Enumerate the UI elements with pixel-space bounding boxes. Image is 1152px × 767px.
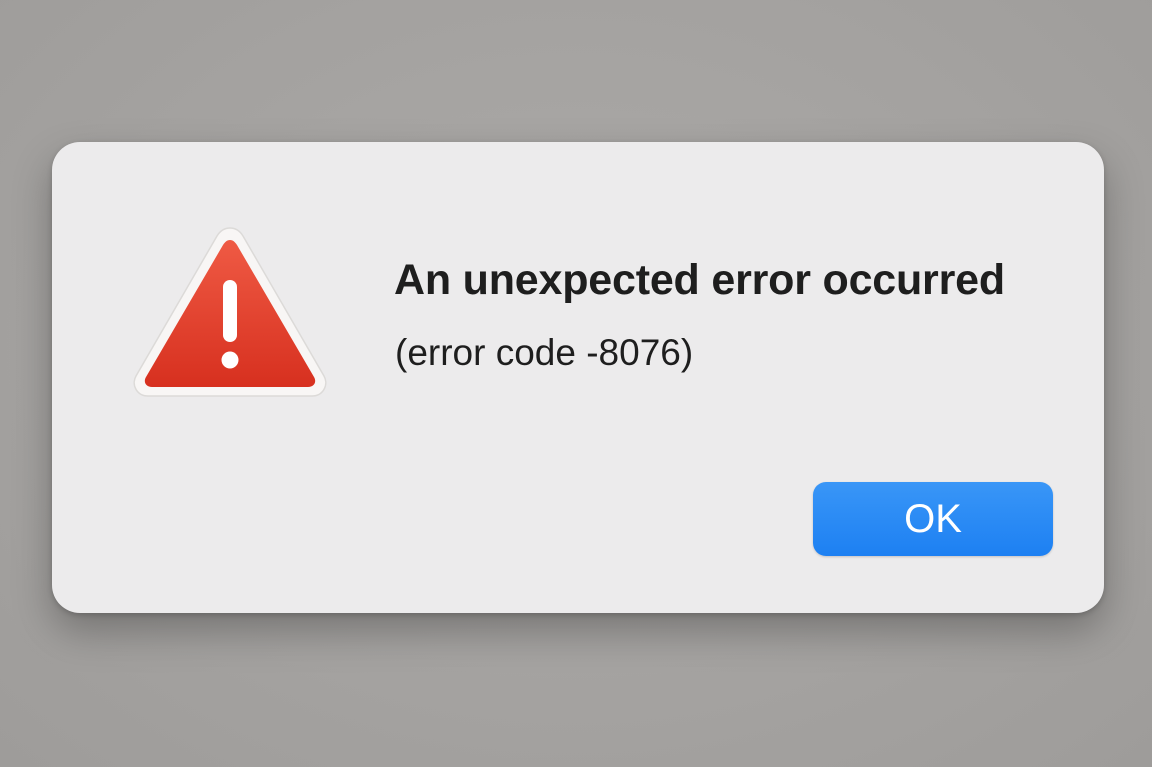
error-code-message: (error code -8076) <box>395 332 694 373</box>
warning-triangle-icon <box>133 227 327 397</box>
dialog-title: An unexpected error occurred <box>394 256 1005 304</box>
error-dialog: An unexpected error occurred (error code… <box>52 142 1104 613</box>
ok-button[interactable]: OK <box>813 482 1053 556</box>
